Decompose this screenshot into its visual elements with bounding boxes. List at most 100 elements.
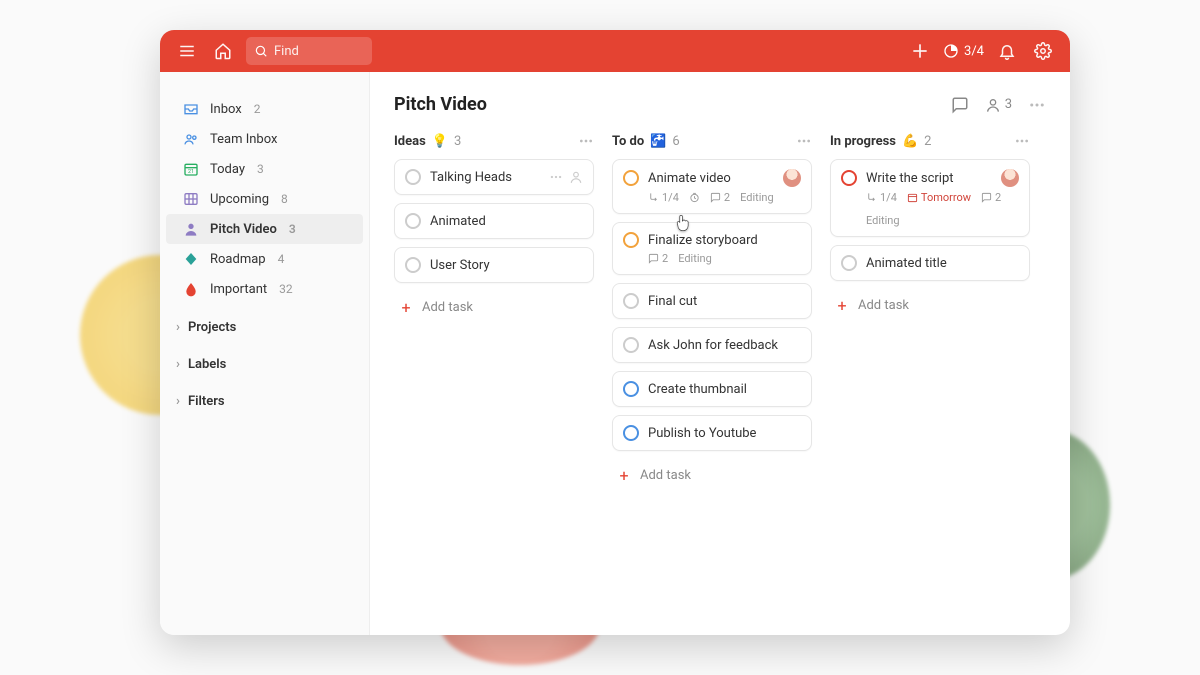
board: Ideas💡3Talking HeadsAnimatedUser Story+A…: [394, 133, 1046, 492]
progress-text: 3/4: [964, 44, 984, 59]
assignee-avatar[interactable]: [783, 169, 801, 187]
reminder-icon: [689, 192, 700, 203]
chevron-right-icon: ›: [176, 357, 180, 372]
sidebar-section-label: Projects: [188, 320, 236, 335]
task-checkbox[interactable]: [623, 293, 639, 309]
task-meta: 1/42Editing: [623, 191, 801, 204]
column-count: 6: [672, 134, 679, 149]
sidebar-item-inbox[interactable]: Inbox2: [166, 94, 363, 124]
subtask-count: 1/4: [648, 191, 679, 204]
grid-icon: [182, 190, 200, 208]
plus-icon: +: [834, 296, 850, 315]
sidebar-item-roadmap[interactable]: Roadmap4: [166, 244, 363, 274]
menu-icon[interactable]: [174, 38, 200, 64]
column-emoji: 💡: [432, 134, 448, 149]
add-task-label: Add task: [640, 468, 691, 483]
team-icon: [182, 130, 200, 148]
add-task-button[interactable]: +Add task: [830, 289, 1030, 322]
task-checkbox[interactable]: [623, 170, 639, 186]
sidebar-section-filters[interactable]: ›Filters: [160, 384, 369, 415]
task-checkbox[interactable]: [623, 337, 639, 353]
task-title: Animated title: [866, 256, 1019, 271]
assign-icon[interactable]: [569, 170, 583, 184]
column-header: Ideas💡3: [394, 133, 594, 149]
sidebar: Inbox2Team Inbox21Today3Upcoming8Pitch V…: [160, 72, 370, 635]
task-checkbox[interactable]: [623, 232, 639, 248]
share-count: 3: [1005, 97, 1012, 112]
column-ideas: Ideas💡3Talking HeadsAnimatedUser Story+A…: [394, 133, 594, 324]
more-icon[interactable]: [1028, 96, 1046, 114]
sidebar-section-labels[interactable]: ›Labels: [160, 347, 369, 378]
task-card[interactable]: Animated: [394, 203, 594, 239]
task-card[interactable]: Final cut: [612, 283, 812, 319]
add-icon[interactable]: [907, 38, 933, 64]
task-card[interactable]: Animate video 1/42Editing: [612, 159, 812, 214]
plus-icon: +: [398, 298, 414, 317]
card-hover-actions: [549, 170, 583, 184]
sidebar-item-label: Team Inbox: [210, 132, 277, 147]
diamond-icon: [182, 250, 200, 268]
task-tag: Editing: [678, 252, 712, 265]
task-card[interactable]: Talking Heads: [394, 159, 594, 195]
task-checkbox[interactable]: [405, 213, 421, 229]
task-title: Create thumbnail: [648, 382, 801, 397]
task-card[interactable]: Create thumbnail: [612, 371, 812, 407]
column-title: Ideas: [394, 134, 426, 149]
column-more-icon[interactable]: [796, 133, 812, 149]
chevron-right-icon: ›: [176, 394, 180, 409]
sidebar-item-team-inbox[interactable]: Team Inbox: [166, 124, 363, 154]
column-in-progress: In progress💪2Write the script1/4Tomorrow…: [830, 133, 1030, 322]
sidebar-item-label: Roadmap: [210, 252, 266, 267]
task-checkbox[interactable]: [841, 255, 857, 271]
sidebar-item-count: 3: [257, 162, 264, 176]
comment-count: 2: [981, 191, 1001, 204]
home-icon[interactable]: [210, 38, 236, 64]
task-card[interactable]: Finalize storyboard2Editing: [612, 222, 812, 275]
sidebar-item-today[interactable]: 21Today3: [166, 154, 363, 184]
task-card[interactable]: User Story: [394, 247, 594, 283]
bell-icon[interactable]: [994, 38, 1020, 64]
column-to-do: To do🚰6Animate video1/42EditingFinalize …: [612, 133, 812, 492]
column-title: In progress: [830, 134, 896, 149]
more-icon[interactable]: [549, 170, 563, 184]
task-checkbox[interactable]: [405, 169, 421, 185]
page-title: Pitch Video: [394, 94, 487, 115]
sidebar-item-upcoming[interactable]: Upcoming8: [166, 184, 363, 214]
sidebar-item-label: Inbox: [210, 102, 242, 117]
column-emoji: 🚰: [650, 134, 666, 149]
task-title: Ask John for feedback: [648, 338, 801, 353]
column-count: 2: [924, 134, 931, 149]
task-card[interactable]: Write the script1/4Tomorrow2Editing: [830, 159, 1030, 237]
sidebar-section-projects[interactable]: ›Projects: [160, 310, 369, 341]
task-checkbox[interactable]: [405, 257, 421, 273]
task-title: Publish to Youtube: [648, 426, 801, 441]
share-button[interactable]: 3: [985, 97, 1012, 113]
task-card[interactable]: Publish to Youtube: [612, 415, 812, 451]
column-more-icon[interactable]: [1014, 133, 1030, 149]
search-box[interactable]: [246, 37, 372, 65]
task-card[interactable]: Ask John for feedback: [612, 327, 812, 363]
add-task-button[interactable]: +Add task: [394, 291, 594, 324]
comments-icon[interactable]: [951, 96, 969, 114]
sidebar-item-pitch[interactable]: Pitch Video 3: [166, 214, 363, 244]
progress-ratio[interactable]: 3/4: [943, 43, 984, 59]
task-title: Animate video: [648, 171, 774, 186]
sidebar-item-count: 3: [289, 222, 296, 236]
task-card[interactable]: Animated title: [830, 245, 1030, 281]
task-checkbox[interactable]: [841, 170, 857, 186]
task-meta: 2Editing: [623, 252, 801, 265]
column-header: In progress 💪 2: [830, 133, 1030, 149]
sidebar-item-important[interactable]: Important32: [166, 274, 363, 304]
add-task-button[interactable]: +Add task: [612, 459, 812, 492]
sidebar-item-count: 8: [281, 192, 288, 206]
sidebar-item-label: Pitch Video: [210, 222, 277, 237]
task-checkbox[interactable]: [623, 381, 639, 397]
task-checkbox[interactable]: [623, 425, 639, 441]
drop-icon: [182, 280, 200, 298]
assignee-avatar[interactable]: [1001, 169, 1019, 187]
column-more-icon[interactable]: [578, 133, 594, 149]
column-emoji: 💪: [902, 134, 918, 149]
search-input[interactable]: [274, 44, 364, 59]
task-title: Animated: [430, 214, 583, 229]
settings-icon[interactable]: [1030, 38, 1056, 64]
